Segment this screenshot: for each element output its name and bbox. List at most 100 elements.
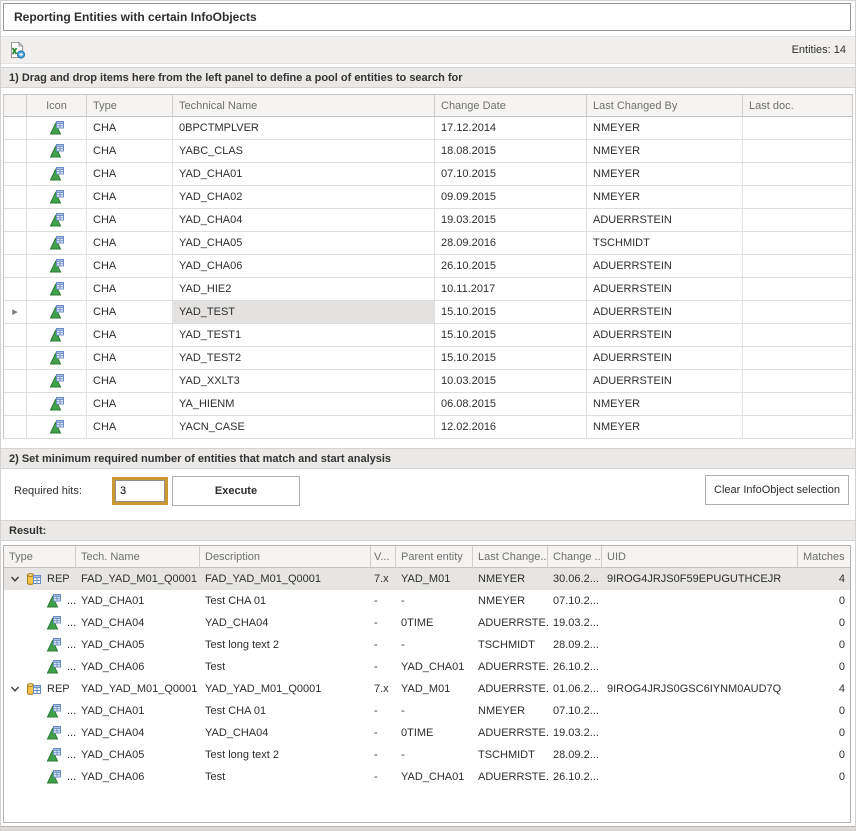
header-technical-name[interactable]: Technical Name xyxy=(173,95,435,117)
pool-table-row[interactable]: CHAYAD_CHA0107.10.2015NMEYER xyxy=(4,163,852,186)
result-child-row[interactable]: ...YAD_CHA06Test-YAD_CHA01ADUERRSTE...26… xyxy=(4,766,850,788)
tech-name-cell[interactable]: YAD_CHA04 xyxy=(76,722,200,744)
header-change-date[interactable]: Change ... xyxy=(548,546,602,568)
icon-cell xyxy=(27,140,87,162)
last-changed-by-cell: NMEYER xyxy=(587,186,743,208)
technical-name-cell[interactable]: YAD_HIE2 xyxy=(173,278,435,300)
result-group-row[interactable]: REPFAD_YAD_M01_Q0001FAD_YAD_M01_Q00017.x… xyxy=(4,568,850,590)
pool-table-row[interactable]: CHAYAD_CHA0209.09.2015NMEYER xyxy=(4,186,852,209)
tech-name-cell[interactable]: YAD_YAD_M01_Q0001 xyxy=(76,678,200,700)
characteristic-icon xyxy=(49,258,65,274)
header-description[interactable]: Description xyxy=(200,546,371,568)
row-selector-cell[interactable] xyxy=(4,370,27,392)
technical-name-cell[interactable]: YAD_TEST xyxy=(173,301,435,323)
header-change-date[interactable]: Change Date xyxy=(435,95,587,117)
pool-table-row[interactable]: CHAYAD_CHA0528.09.2016TSCHMIDT xyxy=(4,232,852,255)
pool-table-row[interactable]: CHAYAD_XXLT310.03.2015ADUERRSTEIN xyxy=(4,370,852,393)
pool-table-row[interactable]: CHAYAD_HIE210.11.2017ADUERRSTEIN xyxy=(4,278,852,301)
pool-table-row[interactable]: ▸CHAYAD_TEST15.10.2015ADUERRSTEIN xyxy=(4,301,852,324)
characteristic-icon xyxy=(49,281,65,297)
pool-table-row[interactable]: CHAYAD_TEST215.10.2015ADUERRSTEIN xyxy=(4,347,852,370)
last-changed-by-cell: TSCHMIDT xyxy=(473,634,548,656)
result-child-row[interactable]: ...YAD_CHA06Test-YAD_CHA01ADUERRSTE...26… xyxy=(4,656,850,678)
chevron-down-icon[interactable] xyxy=(9,574,21,584)
header-last-changed-by[interactable]: Last Change... xyxy=(473,546,548,568)
clear-infoobject-selection-button[interactable]: Clear InfoObject selection xyxy=(705,475,849,505)
tech-name-cell[interactable]: YAD_CHA04 xyxy=(76,612,200,634)
section-2-title: 2) Set minimum required number of entiti… xyxy=(9,453,391,465)
type-cell: CHA xyxy=(87,278,173,300)
technical-name-cell[interactable]: YAD_CHA05 xyxy=(173,232,435,254)
tech-name-cell[interactable]: YAD_CHA01 xyxy=(76,700,200,722)
header-last-changed-by[interactable]: Last Changed By xyxy=(587,95,743,117)
result-child-row[interactable]: ...YAD_CHA04YAD_CHA04-0TIMEADUERRSTE...1… xyxy=(4,722,850,744)
change-date-cell: 12.02.2016 xyxy=(435,416,587,438)
pool-table-row[interactable]: CHAYAD_TEST115.10.2015ADUERRSTEIN xyxy=(4,324,852,347)
tech-name-cell[interactable]: YAD_CHA06 xyxy=(76,766,200,788)
matches-cell: 0 xyxy=(798,766,850,788)
technical-name-cell[interactable]: YAD_CHA06 xyxy=(173,255,435,277)
tech-name-cell[interactable]: YAD_CHA05 xyxy=(76,744,200,766)
pool-table-row[interactable]: CHAYACN_CASE12.02.2016NMEYER xyxy=(4,416,852,439)
version-cell: 7.x xyxy=(371,678,396,700)
row-selector-cell[interactable] xyxy=(4,140,27,162)
chevron-down-icon[interactable] xyxy=(9,684,21,694)
execute-button[interactable]: Execute xyxy=(172,476,300,506)
technical-name-cell[interactable]: YACN_CASE xyxy=(173,416,435,438)
type-label: ... xyxy=(67,727,76,739)
technical-name-cell[interactable]: YAD_CHA02 xyxy=(173,186,435,208)
result-section-title: Result: xyxy=(9,525,46,537)
type-cell: CHA xyxy=(87,163,173,185)
export-to-excel-button[interactable] xyxy=(7,41,27,61)
row-selector-cell[interactable] xyxy=(4,232,27,254)
technical-name-cell[interactable]: YAD_XXLT3 xyxy=(173,370,435,392)
technical-name-cell[interactable]: YAD_CHA04 xyxy=(173,209,435,231)
header-icon[interactable]: Icon xyxy=(27,95,87,117)
technical-name-cell[interactable]: YABC_CLAS xyxy=(173,140,435,162)
row-selector-cell[interactable] xyxy=(4,347,27,369)
result-group-row[interactable]: REPYAD_YAD_M01_Q0001YAD_YAD_M01_Q00017.x… xyxy=(4,678,850,700)
header-parent-entity[interactable]: Parent entity xyxy=(396,546,473,568)
technical-name-cell[interactable]: YAD_TEST1 xyxy=(173,324,435,346)
pool-table-row[interactable]: CHA0BPCTMPLVER17.12.2014NMEYER xyxy=(4,117,852,140)
header-type[interactable]: Type xyxy=(4,546,76,568)
pool-table-row[interactable]: CHAYA_HIENM06.08.2015NMEYER xyxy=(4,393,852,416)
header-uid[interactable]: UID xyxy=(602,546,798,568)
header-matches[interactable]: Matches xyxy=(798,546,850,568)
result-child-row[interactable]: ...YAD_CHA01Test CHA 01--NMEYER07.10.2..… xyxy=(4,590,850,612)
row-selector-cell[interactable] xyxy=(4,416,27,438)
header-last-doc[interactable]: Last doc. xyxy=(743,95,852,117)
technical-name-cell[interactable]: 0BPCTMPLVER xyxy=(173,117,435,139)
tech-name-cell[interactable]: YAD_CHA06 xyxy=(76,656,200,678)
pool-table-row[interactable]: CHAYAD_CHA0419.03.2015ADUERRSTEIN xyxy=(4,209,852,232)
result-child-row[interactable]: ...YAD_CHA05Test long text 2--TSCHMIDT28… xyxy=(4,744,850,766)
required-hits-input[interactable] xyxy=(115,480,165,502)
uid-cell xyxy=(602,656,798,678)
row-selector-cell[interactable] xyxy=(4,117,27,139)
type-label: ... xyxy=(67,749,76,761)
header-tech-name[interactable]: Tech. Name xyxy=(76,546,200,568)
technical-name-cell[interactable]: YAD_TEST2 xyxy=(173,347,435,369)
row-selector-cell[interactable] xyxy=(4,255,27,277)
row-selector-cell[interactable] xyxy=(4,163,27,185)
result-child-row[interactable]: ...YAD_CHA04YAD_CHA04-0TIMEADUERRSTE...1… xyxy=(4,612,850,634)
pool-table-row[interactable]: CHAYAD_CHA0626.10.2015ADUERRSTEIN xyxy=(4,255,852,278)
tech-name-cell[interactable]: YAD_CHA05 xyxy=(76,634,200,656)
matches-cell: 4 xyxy=(798,568,850,590)
row-selector-cell[interactable] xyxy=(4,393,27,415)
header-type[interactable]: Type xyxy=(87,95,173,117)
technical-name-cell[interactable]: YA_HIENM xyxy=(173,393,435,415)
result-child-row[interactable]: ...YAD_CHA01Test CHA 01--NMEYER07.10.2..… xyxy=(4,700,850,722)
row-selector-cell[interactable]: ▸ xyxy=(4,301,27,323)
technical-name-cell[interactable]: YAD_CHA01 xyxy=(173,163,435,185)
row-selector-cell[interactable] xyxy=(4,324,27,346)
result-child-row[interactable]: ...YAD_CHA05Test long text 2--TSCHMIDT28… xyxy=(4,634,850,656)
tech-name-cell[interactable]: YAD_CHA01 xyxy=(76,590,200,612)
result-table: Type Tech. Name Description V... Parent … xyxy=(3,545,851,823)
row-selector-cell[interactable] xyxy=(4,278,27,300)
row-selector-cell[interactable] xyxy=(4,209,27,231)
tech-name-cell[interactable]: FAD_YAD_M01_Q0001 xyxy=(76,568,200,590)
pool-table-row[interactable]: CHAYABC_CLAS18.08.2015NMEYER xyxy=(4,140,852,163)
header-version[interactable]: V... xyxy=(371,546,396,568)
row-selector-cell[interactable] xyxy=(4,186,27,208)
